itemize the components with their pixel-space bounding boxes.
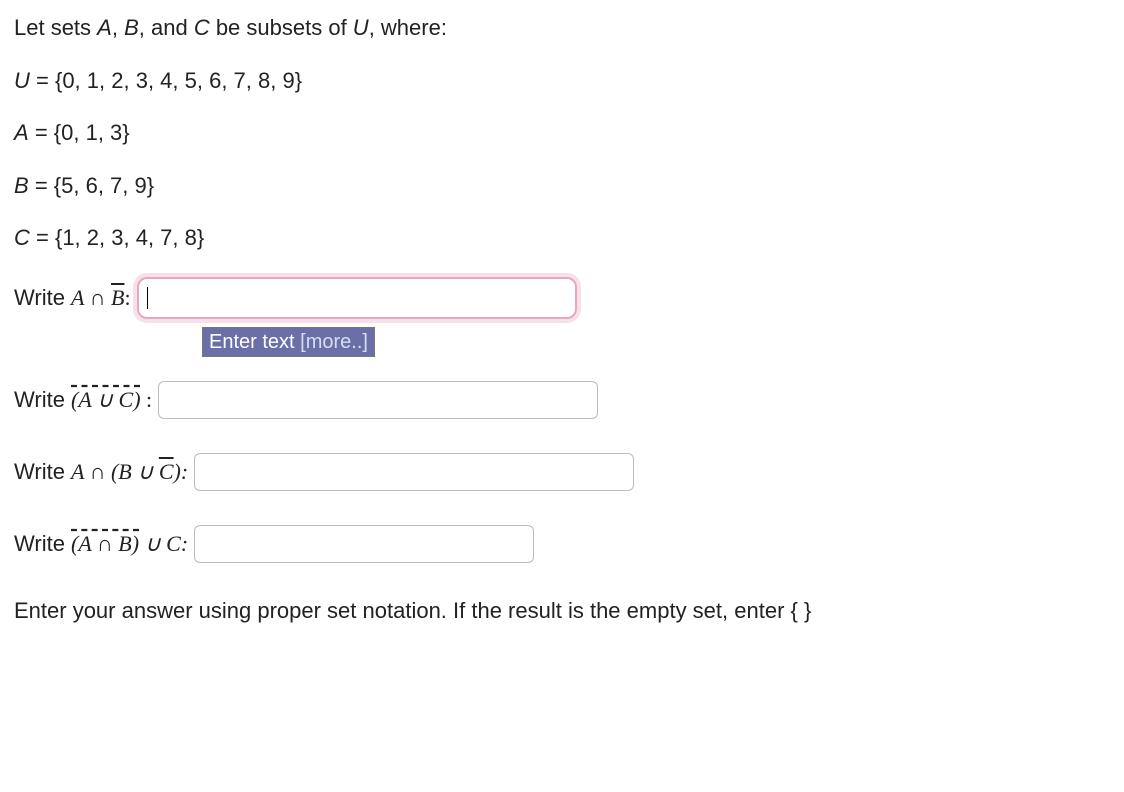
question-3-label: Write A ∩ (B ∪ C): — [14, 458, 188, 487]
intro-text: Let sets A, B, and C be subsets of U, wh… — [14, 14, 1114, 43]
question-4-row: Write (A ∩ B) ∪ C: — [14, 525, 1114, 563]
answer-input-3[interactable] — [194, 453, 634, 491]
set-b: B = {5, 6, 7, 9} — [14, 172, 1114, 201]
question-3-row: Write A ∩ (B ∪ C): — [14, 453, 1114, 491]
input-tooltip[interactable]: Enter text [more..] — [202, 327, 375, 357]
question-1-label: Write A ∩ B: — [14, 284, 131, 313]
answer-input-2[interactable] — [158, 381, 598, 419]
question-1-row: Write A ∩ B: — [14, 277, 1114, 319]
question-2-row: Write (A ∪ C) : — [14, 381, 1114, 419]
set-c: C = {1, 2, 3, 4, 7, 8} — [14, 224, 1114, 253]
text-caret — [147, 287, 148, 309]
question-4-label: Write (A ∩ B) ∪ C: — [14, 530, 188, 559]
set-u: U = {0, 1, 2, 3, 4, 5, 6, 7, 8, 9} — [14, 67, 1114, 96]
set-a: A = {0, 1, 3} — [14, 119, 1114, 148]
question-2-label: Write (A ∪ C) : — [14, 386, 152, 415]
tooltip-row: Enter text [more..] — [202, 327, 1114, 357]
answer-input-1[interactable] — [137, 277, 577, 319]
instructions-text: Enter your answer using proper set notat… — [14, 597, 1114, 626]
answer-input-4[interactable] — [194, 525, 534, 563]
